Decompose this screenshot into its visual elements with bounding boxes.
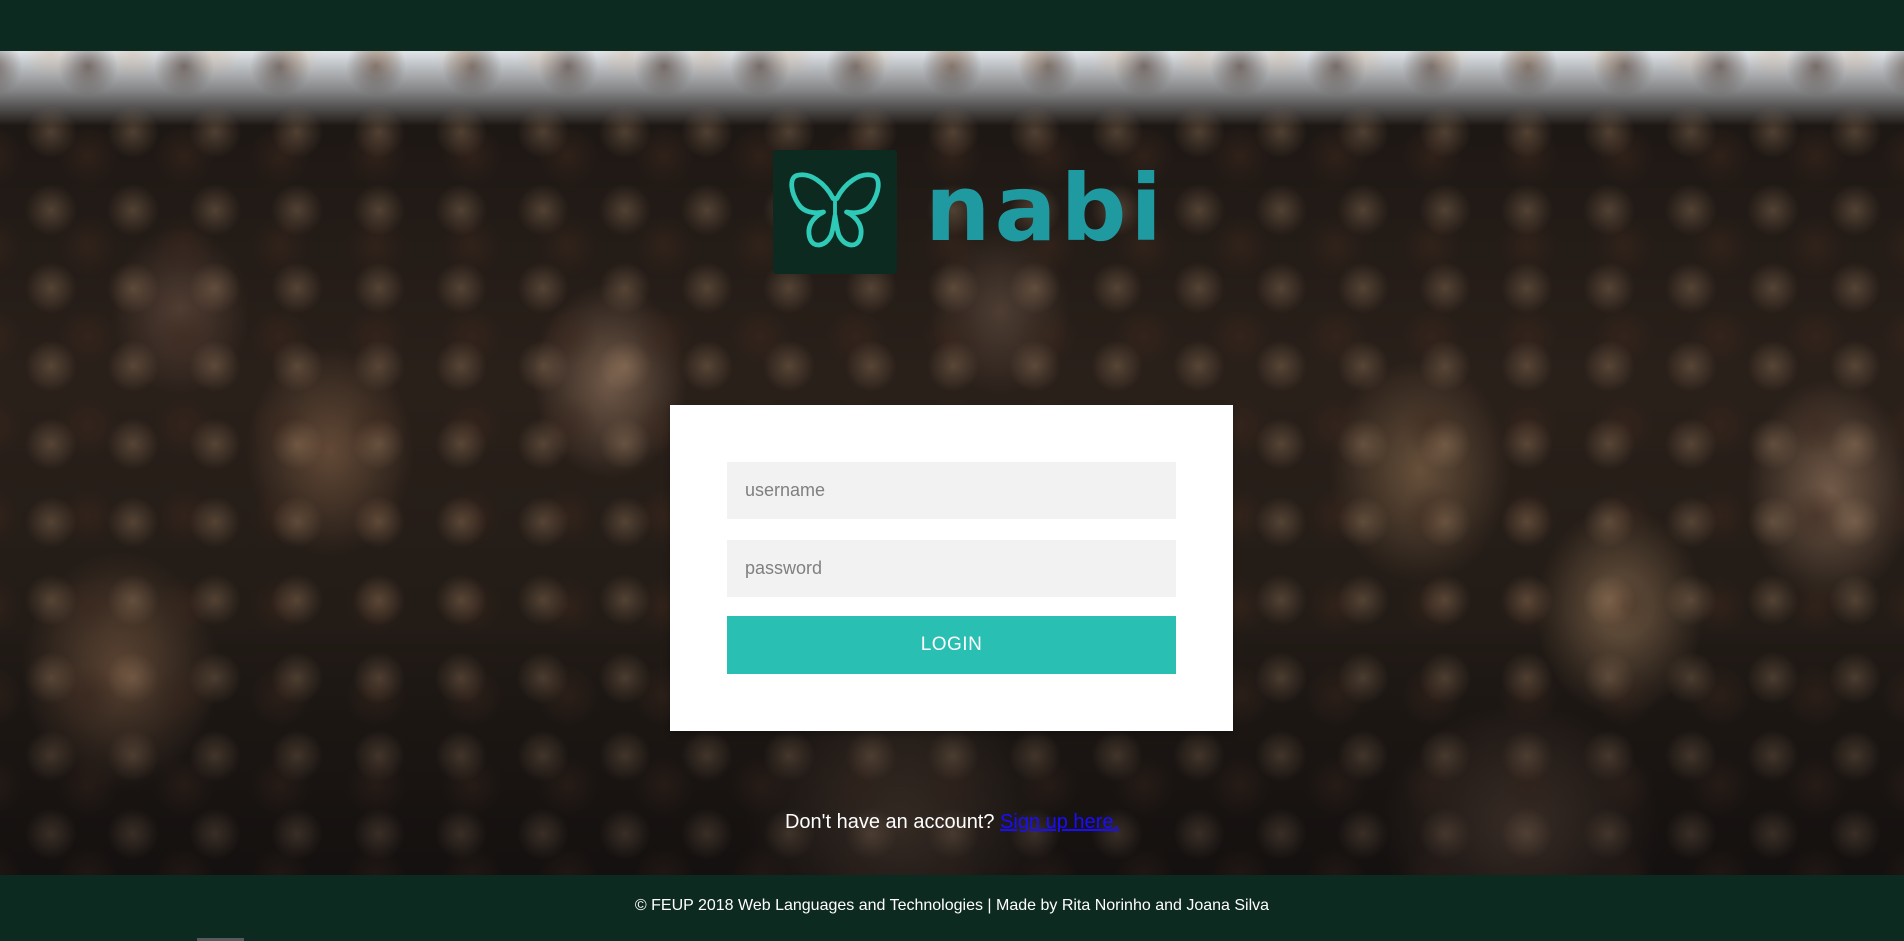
- brand-logo: nabi: [773, 150, 1166, 274]
- password-input[interactable]: [727, 540, 1176, 597]
- footer: © FEUP 2018 Web Languages and Technologi…: [0, 875, 1904, 941]
- signup-prompt-text: Don't have an account?: [784, 811, 1001, 833]
- logo-box: [773, 150, 897, 274]
- signup-link[interactable]: Sign up here.: [1000, 811, 1119, 833]
- butterfly-icon: [789, 172, 881, 248]
- login-card: LOGIN: [670, 405, 1233, 731]
- brand-name: nabi: [925, 155, 1166, 262]
- username-input[interactable]: [727, 462, 1176, 519]
- signup-prompt: Don't have an account? Sign up here.: [0, 811, 1904, 834]
- top-bar: [0, 0, 1904, 51]
- footer-text: © FEUP 2018 Web Languages and Technologi…: [634, 897, 1270, 914]
- login-button[interactable]: LOGIN: [727, 616, 1176, 674]
